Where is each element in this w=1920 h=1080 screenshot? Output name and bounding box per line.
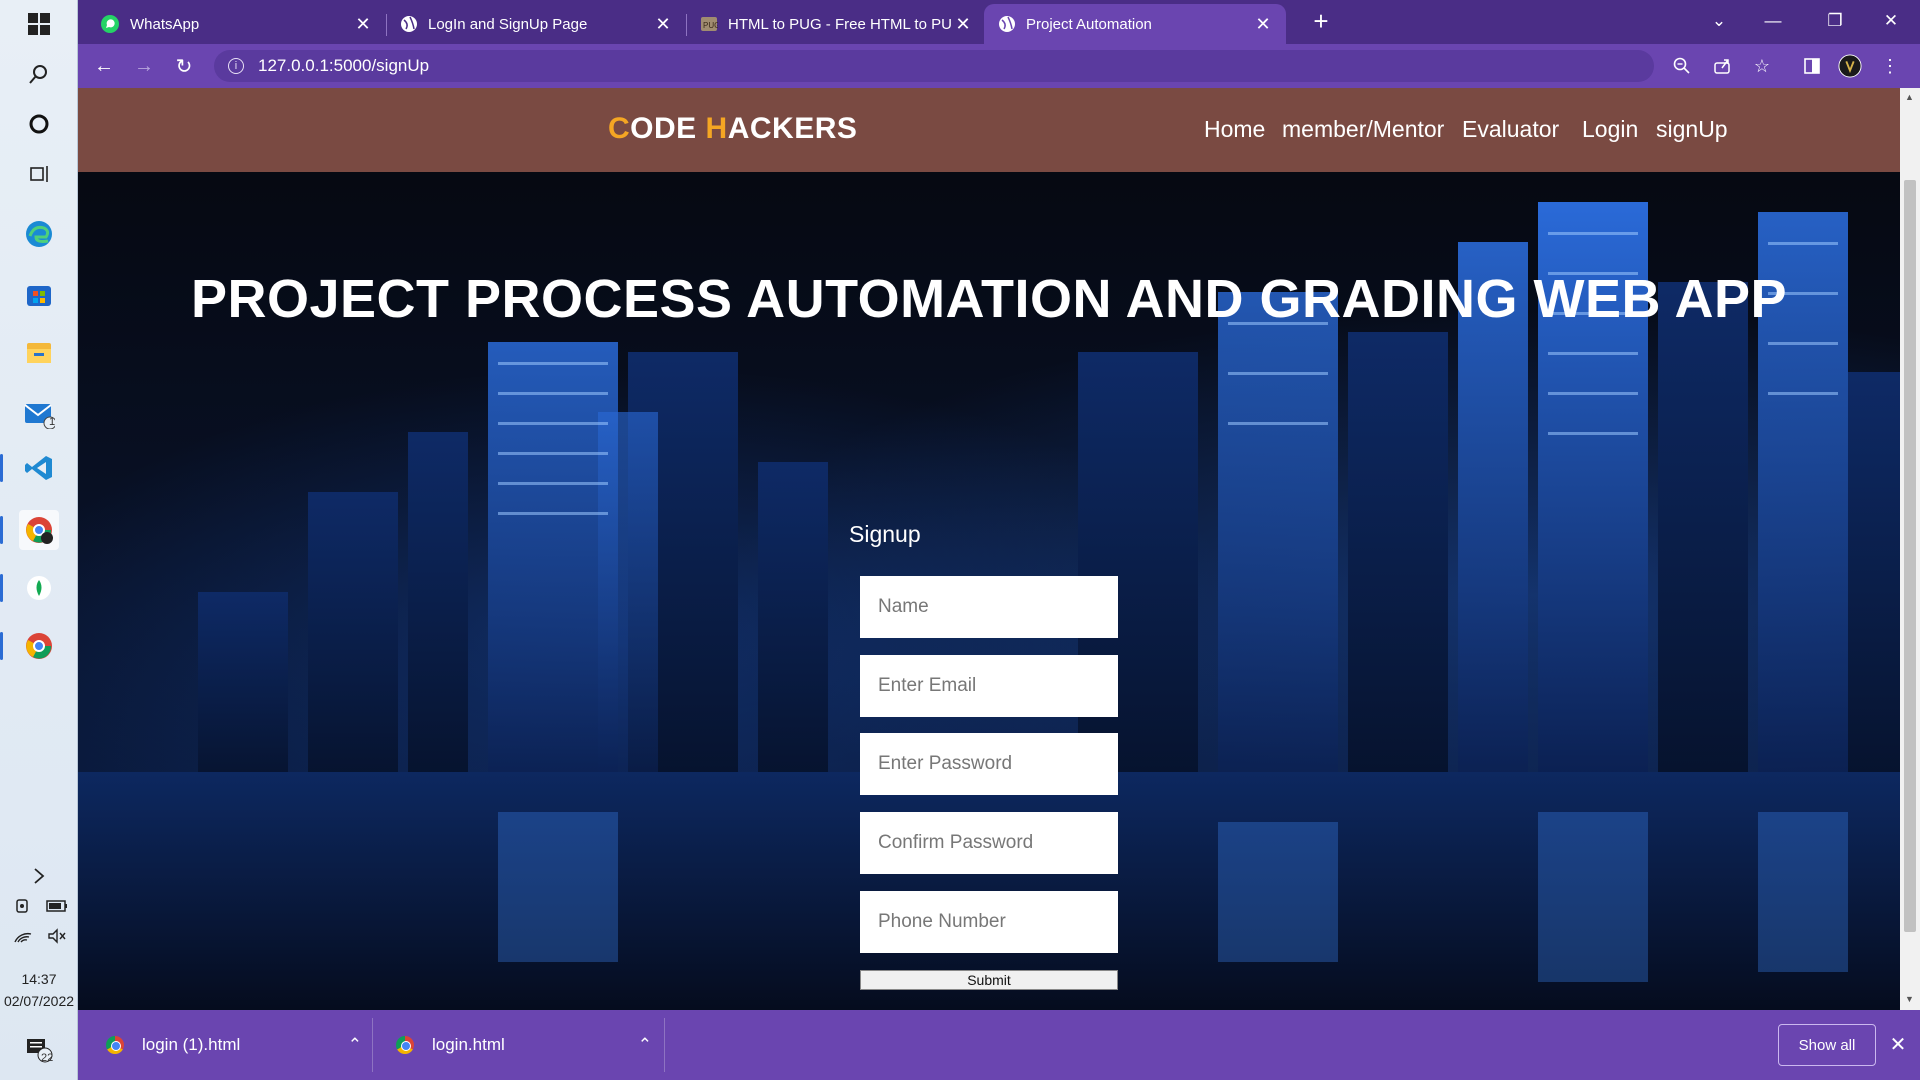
browser-toolbar: ← → ↻ i 127.0.0.1:5000/signUp ☆ ⋮ — [78, 44, 1920, 88]
clock-time: 14:37 — [21, 971, 57, 987]
globe-icon — [401, 16, 417, 32]
brand-text-ackers: ACKERS — [727, 112, 858, 145]
mail-icon[interactable]: 1 — [19, 394, 59, 434]
url-text: 127.0.0.1:5000/signUp — [258, 56, 430, 75]
tab-html-to-pug[interactable]: PUG HTML to PUG - Free HTML to PU ✕ — [686, 4, 986, 44]
task-view-icon[interactable] — [19, 154, 59, 194]
nav-member-mentor[interactable]: member/Mentor — [1282, 116, 1444, 143]
wifi-icon[interactable] — [8, 916, 38, 956]
download-filename: login.html — [432, 1035, 505, 1054]
zoom-icon[interactable] — [1670, 54, 1694, 78]
chevron-up-icon[interactable]: ⌃ — [348, 1035, 362, 1055]
phone-number-input[interactable] — [860, 891, 1118, 953]
system-clock[interactable]: 14:37 02/07/2022 — [0, 968, 78, 1012]
reload-button[interactable]: ↻ — [170, 52, 198, 80]
hero-title: PROJECT PROCESS AUTOMATION AND GRADING W… — [190, 269, 1788, 329]
site-logo[interactable]: CODE HACKERS — [608, 112, 857, 146]
store-icon[interactable] — [19, 274, 59, 314]
close-icon[interactable]: ✕ — [1886, 1032, 1910, 1056]
browser-tab-strip: WhatsApp ✕ LogIn and SignUp Page ✕ PUG H… — [78, 0, 1920, 44]
share-icon[interactable] — [1710, 54, 1734, 78]
site-info-icon[interactable]: i — [228, 58, 244, 74]
scrollbar-thumb[interactable] — [1904, 180, 1916, 932]
signup-heading: Signup — [849, 521, 921, 547]
pug-icon: PUG — [701, 17, 718, 31]
password-input[interactable] — [860, 733, 1118, 795]
globe-icon — [999, 16, 1015, 32]
brand-letter-c: C — [608, 112, 631, 145]
search-icon[interactable] — [19, 54, 59, 94]
back-button[interactable]: ← — [90, 52, 118, 80]
brand-letter-h: H — [705, 112, 728, 145]
menu-kebab-icon[interactable]: ⋮ — [1878, 54, 1902, 78]
nav-signup[interactable]: signUp — [1656, 116, 1728, 143]
close-icon[interactable]: ✕ — [354, 14, 372, 35]
profile-avatar[interactable] — [1838, 54, 1862, 78]
windows-taskbar: 1 14:37 02/07/2022 22 — [0, 0, 78, 1080]
site-navbar: CODE HACKERS Home member/Mentor Evaluato… — [78, 88, 1900, 172]
bookmark-star-icon[interactable]: ☆ — [1750, 54, 1774, 78]
side-panel-icon[interactable] — [1800, 54, 1824, 78]
whatsapp-icon — [101, 15, 119, 33]
forward-button[interactable]: → — [130, 52, 158, 80]
window-close-button[interactable]: ✕ — [1868, 6, 1914, 36]
scroll-down-arrow-icon[interactable]: ▼ — [1905, 994, 1914, 1004]
download-item[interactable]: login (1).html ⌃ — [106, 1010, 376, 1080]
restore-button[interactable]: ❐ — [1812, 6, 1858, 36]
mongodb-icon[interactable] — [0, 568, 59, 608]
download-item[interactable]: login.html ⌃ — [396, 1010, 666, 1080]
nav-login[interactable]: Login — [1582, 116, 1638, 143]
show-all-button[interactable]: Show all — [1778, 1024, 1876, 1066]
address-bar[interactable]: i 127.0.0.1:5000/signUp — [214, 50, 1654, 82]
page-scrollbar[interactable]: ▲ ▼ — [1900, 88, 1920, 1010]
close-icon[interactable]: ✕ — [654, 14, 672, 35]
vscode-icon[interactable] — [0, 448, 59, 488]
minimize-button[interactable]: — — [1750, 6, 1796, 36]
name-input[interactable] — [860, 576, 1118, 638]
download-filename: login (1).html — [142, 1035, 241, 1054]
tab-title: WhatsApp — [130, 15, 200, 33]
chrome-icon[interactable] — [0, 626, 59, 666]
tab-login-signup[interactable]: LogIn and SignUp Page ✕ — [386, 4, 686, 44]
tab-title: HTML to PUG - Free HTML to PU — [728, 15, 952, 33]
clock-date: 02/07/2022 — [3, 993, 75, 1009]
tab-title: LogIn and SignUp Page — [428, 15, 588, 33]
tab-title: Project Automation — [1026, 15, 1152, 33]
chevron-up-icon[interactable]: ⌃ — [638, 1035, 652, 1055]
close-icon[interactable]: ✕ — [1254, 14, 1272, 35]
email-input[interactable] — [860, 655, 1118, 717]
scroll-up-arrow-icon[interactable]: ▲ — [1905, 92, 1914, 102]
close-icon[interactable]: ✕ — [954, 14, 972, 35]
nav-evaluator[interactable]: Evaluator — [1462, 116, 1559, 143]
windows-start-icon[interactable] — [19, 4, 59, 44]
file-explorer-icon[interactable] — [19, 332, 59, 372]
brand-text-ode: ODE — [630, 112, 706, 145]
submit-button[interactable]: Submit — [860, 970, 1118, 990]
notifications-icon[interactable]: 22 — [19, 1030, 59, 1070]
chrome-file-icon — [396, 1036, 414, 1054]
page-viewport: CODE HACKERS Home member/Mentor Evaluato… — [78, 88, 1900, 1010]
tab-whatsapp[interactable]: WhatsApp ✕ — [86, 4, 386, 44]
edge-icon[interactable] — [19, 214, 59, 254]
mail-badge: 1 — [49, 416, 56, 428]
cortana-icon[interactable] — [19, 104, 59, 144]
confirm-password-input[interactable] — [860, 812, 1118, 874]
new-tab-button[interactable]: + — [1298, 6, 1344, 36]
svg-text:PUG: PUG — [703, 21, 718, 30]
chrome-profile-icon[interactable] — [0, 510, 59, 550]
tab-search-chevron-icon[interactable]: ⌄ — [1696, 6, 1742, 36]
volume-muted-icon[interactable] — [42, 916, 72, 956]
nav-home[interactable]: Home — [1204, 116, 1265, 143]
tab-project-automation[interactable]: Project Automation ✕ — [984, 4, 1286, 44]
notification-badge: 22 — [41, 1052, 54, 1064]
download-shelf: login (1).html ⌃ login.html ⌃ Show all ✕ — [78, 1010, 1920, 1080]
chrome-file-icon — [106, 1036, 124, 1054]
